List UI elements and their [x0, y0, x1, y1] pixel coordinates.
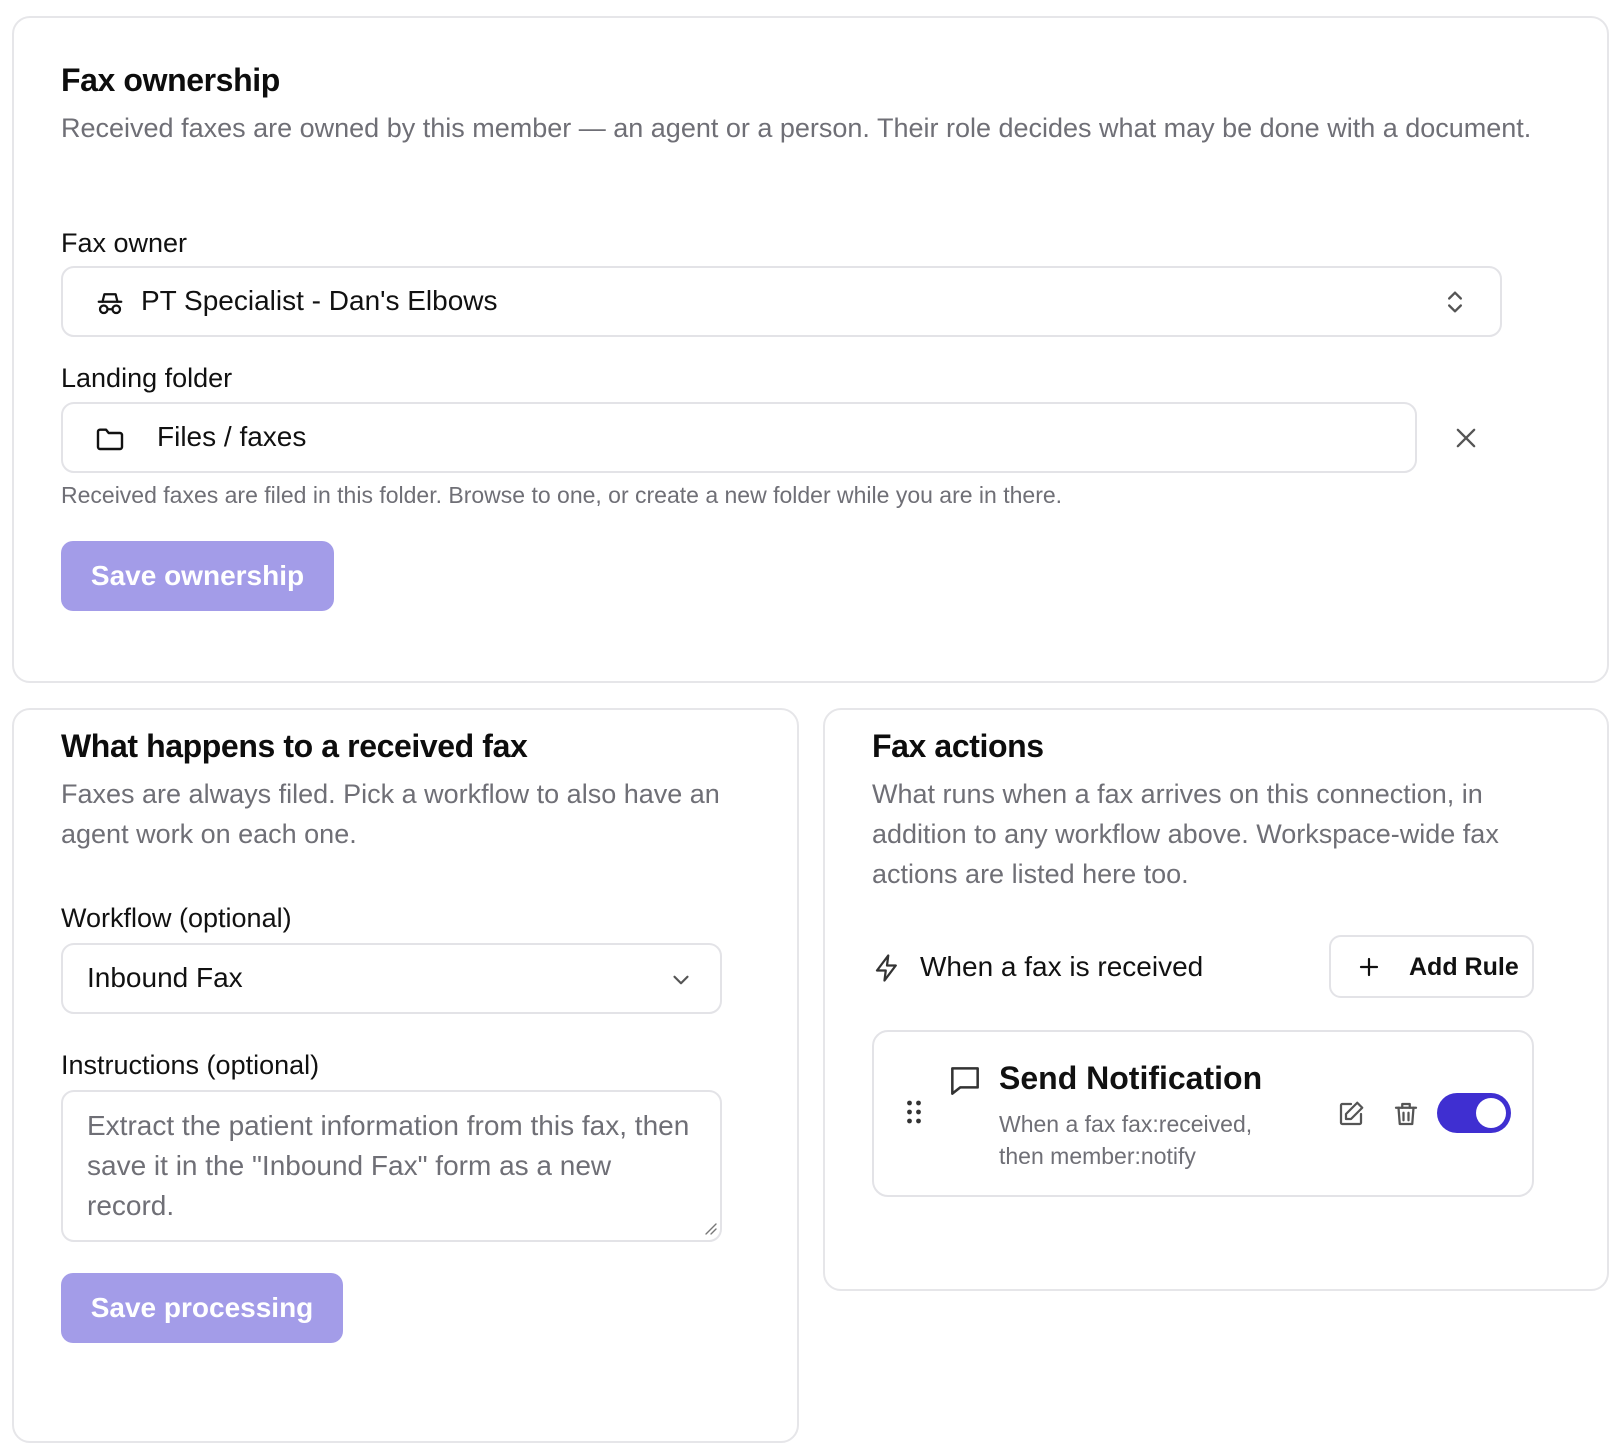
fax-ownership-description: Received faxes are owned by this member …	[61, 113, 1532, 143]
workflow-label: Workflow (optional)	[61, 903, 292, 933]
folder-icon	[96, 428, 124, 451]
rule-item[interactable]: Send Notification When a fax fax:receive…	[872, 1030, 1534, 1197]
fax-processing-card: What happens to a received fax Faxes are…	[12, 708, 799, 1443]
trash-icon[interactable]	[1391, 1099, 1421, 1129]
message-icon	[951, 1067, 979, 1095]
toggle-knob	[1476, 1098, 1506, 1128]
chevron-down-icon	[673, 975, 689, 985]
chevron-up-down-icon	[1448, 291, 1462, 313]
edit-icon[interactable]	[1336, 1099, 1366, 1129]
agent-glasses-icon	[97, 293, 123, 315]
rule-summary-line1: When a fax fax:received,	[999, 1111, 1253, 1137]
lightning-icon	[875, 954, 897, 982]
add-rule-button[interactable]: Add Rule	[1329, 935, 1534, 998]
rule-enabled-toggle[interactable]	[1437, 1093, 1511, 1133]
fax-owner-value: PT Specialist - Dan's Elbows	[141, 285, 498, 316]
plus-icon	[1359, 957, 1379, 977]
fax-actions-title: Fax actions	[872, 728, 1044, 764]
add-rule-label: Add Rule	[1409, 953, 1519, 981]
resize-handle-icon[interactable]	[702, 1220, 718, 1236]
trigger-label: When a fax is received	[920, 951, 1204, 982]
landing-folder-field[interactable]: Files / faxes	[61, 402, 1417, 473]
close-icon[interactable]	[1452, 424, 1480, 452]
rule-title: Send Notification	[999, 1060, 1263, 1096]
fax-owner-select[interactable]: PT Specialist - Dan's Elbows	[61, 266, 1502, 337]
landing-folder-hint: Received faxes are filed in this folder.…	[61, 482, 1063, 508]
fax-actions-card: Fax actions What runs when a fax arrives…	[823, 708, 1609, 1291]
fax-processing-title: What happens to a received fax	[61, 728, 528, 764]
workflow-select[interactable]: Inbound Fax	[61, 943, 722, 1014]
fax-ownership-title: Fax ownership	[61, 62, 280, 98]
fax-actions-description: What runs when a fax arrives on this con…	[872, 779, 1499, 889]
fax-owner-label: Fax owner	[61, 228, 188, 258]
landing-folder-label: Landing folder	[61, 363, 233, 393]
drag-handle-icon[interactable]	[905, 1098, 923, 1126]
fax-processing-description: Faxes are always filed. Pick a workflow …	[61, 779, 720, 849]
instructions-textarea[interactable]: Extract the patient information from thi…	[61, 1090, 722, 1242]
workflow-value: Inbound Fax	[87, 962, 243, 993]
save-ownership-button[interactable]: Save ownership	[61, 541, 334, 611]
landing-folder-value: Files / faxes	[157, 421, 307, 452]
instructions-label: Instructions (optional)	[61, 1050, 320, 1080]
save-processing-button[interactable]: Save processing	[61, 1273, 343, 1343]
rule-summary-line2: then member:notify	[999, 1143, 1196, 1169]
fax-ownership-card: Fax ownership Received faxes are owned b…	[12, 16, 1609, 683]
